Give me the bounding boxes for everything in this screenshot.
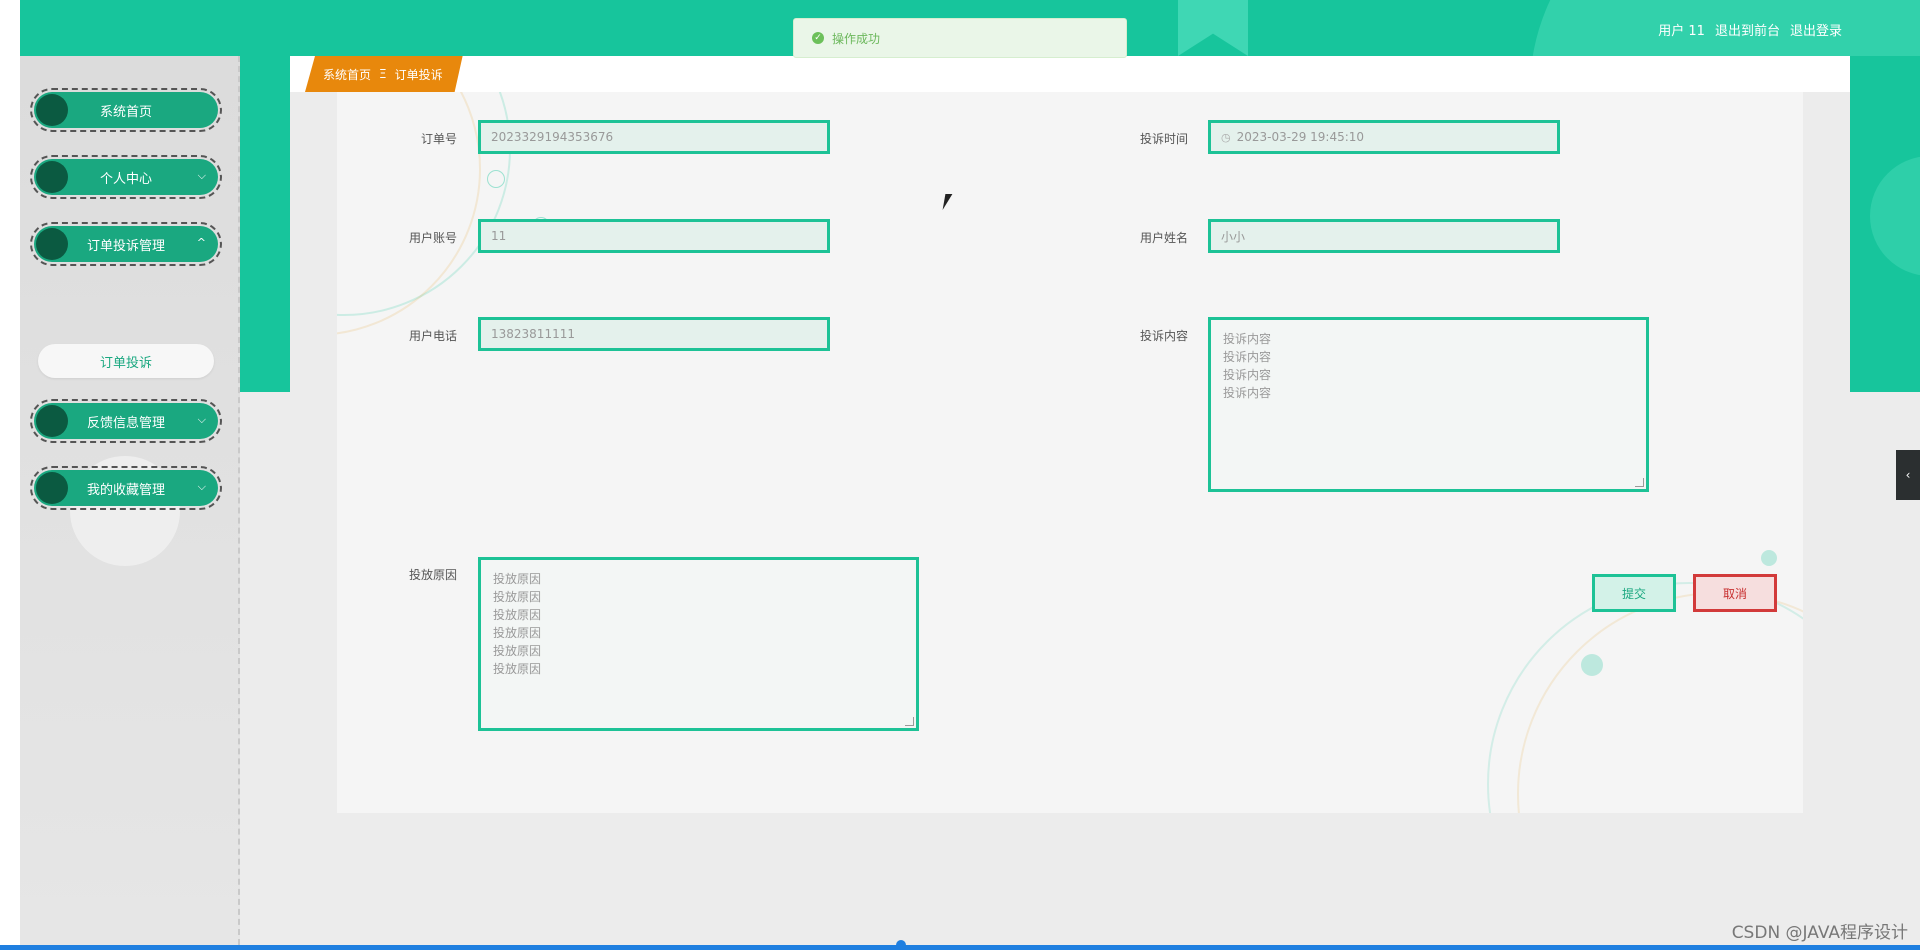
- chevron-down-icon: ⌵: [197, 413, 206, 426]
- phone-value: 13823811111: [491, 327, 575, 341]
- breadcrumb-bar: 系统首页 Ξ 订单投诉: [290, 56, 1850, 92]
- phone-field[interactable]: 13823811111: [478, 317, 830, 351]
- clock-icon: ◷: [1221, 130, 1231, 144]
- chevron-up-icon: ^: [196, 236, 206, 249]
- submit-label: 提交: [1621, 586, 1646, 601]
- order-no-label: 订单号: [420, 132, 457, 146]
- reason-line: 投放原因: [493, 662, 542, 676]
- menu-dot-icon: [36, 228, 68, 260]
- sidebar: 系统首页 个人中心 ⌵ 订单投诉管理 ^ 订单投诉 反馈信息管理 ⌵ 我的收藏管…: [20, 56, 240, 945]
- breadcrumb: 系统首页 Ξ 订单投诉: [305, 56, 463, 92]
- resize-handle-icon[interactable]: [1635, 478, 1644, 487]
- menu-dot-icon: [36, 94, 68, 126]
- sidebar-item-label: 反馈信息管理: [86, 415, 165, 431]
- app-frame: 用户 11 退出到前台 退出登录 ✓ 操作成功 系统首页 个人中心 ⌵ 订单投诉…: [20, 0, 1920, 945]
- green-band-right: [1850, 56, 1920, 392]
- order-no-value: 2023329194353676: [491, 130, 614, 144]
- sidebar-item-home[interactable]: 系统首页: [30, 88, 222, 132]
- sidebar-item-label: 订单投诉管理: [86, 238, 165, 254]
- menu-dot-icon: [36, 472, 68, 504]
- order-no-field[interactable]: 2023329194353676: [478, 120, 830, 154]
- sidebar-item-favorites-management[interactable]: 我的收藏管理 ⌵: [30, 466, 222, 510]
- watermark: CSDN @JAVA程序设计: [1731, 923, 1908, 943]
- back-to-front-link[interactable]: 退出到前台: [1715, 20, 1780, 39]
- name-label: 用户姓名: [1139, 231, 1188, 245]
- phone-label: 用户电话: [408, 329, 457, 343]
- cancel-button[interactable]: 取消: [1693, 574, 1777, 612]
- logout-link[interactable]: 退出登录: [1790, 20, 1842, 39]
- sidebar-item-personal-center[interactable]: 个人中心 ⌵: [30, 155, 222, 199]
- sidebar-item-label: 我的收藏管理: [86, 482, 165, 498]
- complaint-content-textarea[interactable]: 投诉内容 投诉内容 投诉内容 投诉内容: [1208, 317, 1649, 492]
- check-icon: ✓: [812, 32, 824, 44]
- header-decoration-ribbon: [1178, 0, 1248, 56]
- breadcrumb-current: 订单投诉: [394, 67, 443, 82]
- sidebar-item-feedback-management[interactable]: 反馈信息管理 ⌵: [30, 399, 222, 443]
- header-links: 用户 11 退出到前台 退出登录: [1658, 20, 1842, 39]
- content-line: 投诉内容: [1223, 332, 1272, 346]
- content-line: 投诉内容: [1223, 368, 1272, 382]
- reason-line: 投放原因: [493, 644, 542, 658]
- menu-dot-icon: [36, 161, 68, 193]
- chevron-down-icon: ⌵: [197, 480, 206, 493]
- name-field[interactable]: 小小: [1208, 219, 1560, 253]
- account-value: 11: [491, 229, 507, 243]
- complaint-time-field[interactable]: ◷ 2023-03-29 19:45:10: [1208, 120, 1560, 154]
- sidebar-item-label: 个人中心: [99, 171, 152, 187]
- success-toast: ✓ 操作成功: [793, 18, 1127, 58]
- account-label: 用户账号: [408, 231, 457, 245]
- progress-knob[interactable]: [896, 940, 906, 950]
- collapse-panel-button[interactable]: ‹: [1896, 450, 1920, 500]
- reason-line: 投放原因: [493, 608, 542, 622]
- sidebar-item-complaint-management[interactable]: 订单投诉管理 ^: [30, 222, 222, 266]
- name-value: 小小: [1221, 229, 1246, 244]
- green-band-left: [240, 56, 290, 392]
- content-line: 投诉内容: [1223, 386, 1272, 400]
- complaint-time-value: 2023-03-29 19:45:10: [1236, 130, 1365, 144]
- progress-line: [0, 945, 1920, 950]
- breadcrumb-home[interactable]: 系统首页: [323, 66, 371, 83]
- sidebar-subitem-label: 订单投诉: [99, 355, 152, 371]
- left-margin: [0, 0, 20, 950]
- chevron-down-icon: ⌵: [197, 169, 206, 182]
- reason-line: 投放原因: [493, 572, 542, 586]
- resize-handle-icon[interactable]: [905, 717, 914, 726]
- chevron-left-icon: ‹: [1905, 468, 1911, 482]
- user-label: 用户 11: [1658, 24, 1705, 39]
- menu-dot-icon: [36, 405, 68, 437]
- breadcrumb-separator-icon: Ξ: [379, 67, 387, 81]
- reason-line: 投放原因: [493, 590, 542, 604]
- account-field[interactable]: 11: [478, 219, 830, 253]
- content-line: 投诉内容: [1223, 350, 1272, 364]
- reason-textarea[interactable]: 投放原因 投放原因 投放原因 投放原因 投放原因 投放原因: [478, 557, 919, 731]
- submit-button[interactable]: 提交: [1592, 574, 1676, 612]
- cancel-label: 取消: [1722, 586, 1747, 601]
- reason-line: 投放原因: [493, 626, 542, 640]
- reason-label: 投放原因: [408, 568, 457, 582]
- toast-message: 操作成功: [832, 31, 881, 46]
- form-card: 订单号 2023329194353676 投诉时间 ◷ 2023-03-29 1…: [337, 92, 1803, 813]
- complaint-time-label: 投诉时间: [1139, 132, 1188, 146]
- sidebar-subitem-order-complaint[interactable]: 订单投诉: [38, 344, 214, 378]
- sidebar-item-label: 系统首页: [99, 104, 152, 120]
- content-label: 投诉内容: [1139, 329, 1188, 343]
